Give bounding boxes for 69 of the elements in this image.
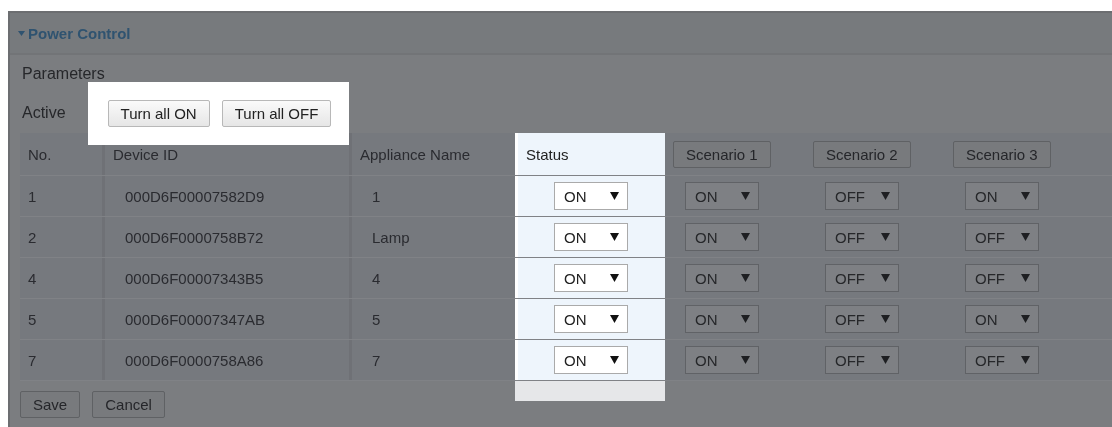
state-dropdown[interactable]: ON — [685, 346, 759, 374]
state-dropdown[interactable]: ON — [685, 305, 759, 333]
table-cell: 5 — [372, 310, 381, 328]
caret-icon — [741, 274, 750, 282]
table-cell: 7 — [372, 351, 381, 369]
column-header: Appliance Name — [360, 145, 471, 163]
caret-icon — [741, 192, 750, 200]
table-cell: 000D6F00007343B5 — [125, 269, 264, 287]
scenario-button[interactable]: Scenario 3 — [953, 140, 1051, 168]
table-cell: 1 — [372, 187, 381, 205]
caret-icon — [881, 192, 890, 200]
parameters-label: Parameters — [22, 65, 105, 83]
state-dropdown[interactable]: ON — [554, 305, 628, 333]
column-header: Status — [526, 145, 569, 163]
caret-icon — [1021, 356, 1030, 364]
caret-icon — [881, 356, 890, 364]
state-dropdown[interactable]: OFF — [825, 264, 899, 292]
caret-icon — [610, 315, 619, 323]
table-cell: 000D6F0000758A86 — [125, 351, 264, 369]
table-cell: 4 — [372, 269, 381, 287]
state-dropdown[interactable]: ON — [965, 305, 1039, 333]
state-dropdown[interactable]: OFF — [965, 346, 1039, 374]
column-header: Device ID — [113, 145, 179, 163]
state-dropdown[interactable]: OFF — [825, 182, 899, 210]
table-cell: 4 — [28, 269, 37, 287]
table-cell: 000D6F0000758B72 — [125, 228, 264, 246]
caret-icon — [610, 192, 619, 200]
table-cell: 000D6F00007347AB — [125, 310, 266, 328]
table-cell: 7 — [28, 351, 37, 369]
caret-icon — [881, 233, 890, 241]
footer-button[interactable]: Cancel — [92, 390, 165, 418]
caret-icon — [741, 356, 750, 364]
state-dropdown[interactable]: OFF — [965, 264, 1039, 292]
state-dropdown[interactable]: ON — [554, 346, 628, 374]
column-header: No. — [28, 145, 52, 163]
table-cell: 000D6F00007582D9 — [125, 187, 265, 205]
caret-icon — [610, 233, 619, 241]
scenario-button[interactable]: Scenario 1 — [673, 140, 771, 168]
caret-icon — [1021, 233, 1030, 241]
state-dropdown[interactable]: ON — [685, 223, 759, 251]
caret-icon — [1021, 274, 1030, 282]
caret-icon — [1021, 192, 1030, 200]
state-dropdown[interactable]: OFF — [825, 346, 899, 374]
state-dropdown[interactable]: ON — [554, 264, 628, 292]
state-dropdown[interactable]: ON — [965, 182, 1039, 210]
toggle-all-button[interactable]: Turn all ON — [107, 99, 210, 127]
state-dropdown[interactable]: ON — [685, 264, 759, 292]
state-dropdown[interactable]: OFF — [825, 223, 899, 251]
caret-icon — [1021, 315, 1030, 323]
caret-icon — [741, 233, 750, 241]
state-dropdown[interactable]: OFF — [825, 305, 899, 333]
table-cell: 1 — [28, 187, 37, 205]
state-dropdown[interactable]: ON — [554, 182, 628, 210]
caret-icon[interactable] — [18, 30, 25, 36]
toggle-all-button[interactable]: Turn all OFF — [221, 99, 332, 127]
table-cell: 2 — [28, 228, 37, 246]
caret-icon — [741, 315, 750, 323]
scenario-button[interactable]: Scenario 2 — [813, 140, 911, 168]
footer-button[interactable]: Save — [20, 390, 81, 418]
table-cell: Lamp — [372, 228, 410, 246]
state-dropdown[interactable]: OFF — [965, 223, 1039, 251]
state-dropdown[interactable]: ON — [554, 223, 628, 251]
caret-icon — [881, 274, 890, 282]
table-cell: 5 — [28, 310, 37, 328]
caret-icon — [610, 356, 619, 364]
state-dropdown[interactable]: ON — [685, 182, 759, 210]
caret-icon — [881, 315, 890, 323]
caret-icon — [610, 274, 619, 282]
active-label: Active — [22, 104, 66, 122]
